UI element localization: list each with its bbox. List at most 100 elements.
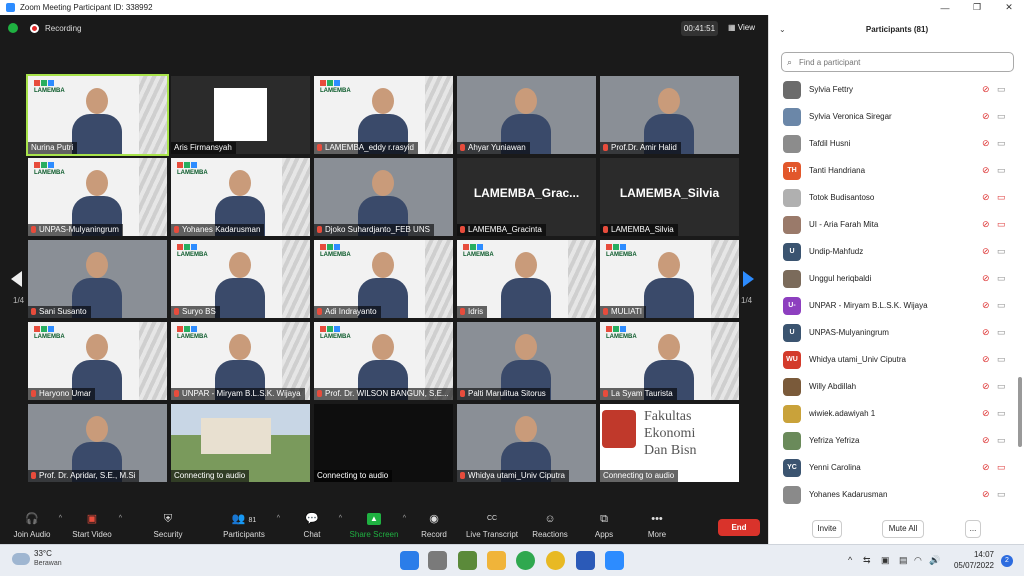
previous-page-arrow-icon[interactable] xyxy=(11,271,22,287)
video-icon[interactable]: ▭ xyxy=(997,327,1006,338)
chat-button[interactable]: 💬 Chat ^ xyxy=(282,509,342,543)
video-tile[interactable]: LAMEMBA Idris xyxy=(457,240,596,318)
video-tile[interactable]: Connecting to audio xyxy=(171,404,310,482)
clock-time[interactable]: 14:07 xyxy=(948,550,994,559)
participant-list-item[interactable]: WU Whidya utami_Univ Ciputra ⊘ ▭ xyxy=(769,347,1024,374)
security-button[interactable]: ⛨ Security xyxy=(138,509,198,543)
video-tile[interactable]: LAMEMBA_Grac... LAMEMBA_Gracinta xyxy=(457,158,596,236)
video-tile[interactable]: Aris Firmansyah xyxy=(171,76,310,154)
video-tile[interactable]: Fakultas Ekonomi Dan Bisn Connecting to aud… xyxy=(600,404,739,482)
mic-muted-icon[interactable]: ⊘ xyxy=(982,84,990,95)
video-tile[interactable]: LAMEMBA Haryono Umar xyxy=(28,322,167,400)
chrome-icon[interactable] xyxy=(516,551,535,570)
mic-muted-icon[interactable]: ⊘ xyxy=(982,165,990,176)
mic-muted-icon[interactable]: ⊘ xyxy=(982,489,990,500)
mic-muted-icon[interactable]: ⊘ xyxy=(982,219,990,230)
participant-list-item[interactable]: Unggul heriqbaldi ⊘ ▭ xyxy=(769,266,1024,293)
video-off-icon[interactable]: ▭ xyxy=(997,192,1006,203)
mic-muted-icon[interactable]: ⊘ xyxy=(982,273,990,284)
close-icon[interactable]: ✕ xyxy=(994,0,1024,15)
mute-all-button[interactable]: Mute All xyxy=(882,520,924,538)
video-tile[interactable]: LAMEMBA_Silvia LAMEMBA_Silvia xyxy=(600,158,739,236)
live-transcript-button[interactable]: CC Live Transcript xyxy=(462,509,522,543)
mic-muted-icon[interactable]: ⊘ xyxy=(982,435,990,446)
task-view-icon[interactable] xyxy=(428,551,447,570)
video-tile[interactable]: Ahyar Yuniawan xyxy=(457,76,596,154)
video-tile[interactable]: Connecting to audio xyxy=(314,404,453,482)
chevron-up-icon[interactable]: ^ xyxy=(277,515,280,522)
video-tile[interactable]: LAMEMBA LAMEMBA_eddy r.rasyid xyxy=(314,76,453,154)
tray-app-icon[interactable]: ▣ xyxy=(881,555,890,566)
join-audio-button[interactable]: 🎧 Join Audio ^ xyxy=(2,509,62,543)
invite-button[interactable]: Invite xyxy=(812,520,842,538)
video-icon[interactable]: ▭ xyxy=(997,354,1006,365)
video-tile[interactable]: Prof. Dr. Apridar, S.E., M.Si xyxy=(28,404,167,482)
share-screen-button[interactable]: ▲ Share Screen ^ xyxy=(342,509,406,543)
video-tile[interactable]: LAMEMBA La Syam Taurista xyxy=(600,322,739,400)
tray-app-icon[interactable]: ⇆ xyxy=(863,555,871,566)
video-icon[interactable]: ▭ xyxy=(997,111,1006,122)
video-tile[interactable]: LAMEMBA Adi Indrayanto xyxy=(314,240,453,318)
participant-list-item[interactable]: Yohanes Kadarusman ⊘ ▭ xyxy=(769,482,1024,509)
reactions-button[interactable]: ☺ Reactions xyxy=(520,509,580,543)
clock-date[interactable]: 05/07/2022 xyxy=(948,561,994,570)
panel-more-button[interactable]: ... xyxy=(965,520,981,538)
participant-list-item[interactable]: Sylvia Fettry ⊘ ▭ xyxy=(769,77,1024,104)
video-off-icon[interactable]: ▭ xyxy=(997,462,1006,473)
mic-muted-icon[interactable]: ⊘ xyxy=(982,300,990,311)
zoom-icon[interactable] xyxy=(605,551,624,570)
weather-temperature[interactable]: 33°C xyxy=(34,549,52,558)
video-icon[interactable]: ▭ xyxy=(997,435,1006,446)
mic-muted-icon[interactable]: ⊘ xyxy=(982,192,990,203)
video-icon[interactable]: ▭ xyxy=(997,300,1006,311)
word-icon[interactable] xyxy=(576,551,595,570)
apps-button[interactable]: ⧉ Apps xyxy=(574,509,634,543)
video-off-icon[interactable]: ▭ xyxy=(997,219,1006,230)
video-tile[interactable]: LAMEMBA UNPAR - Miryam B.L.S.K. Wijaya xyxy=(171,322,310,400)
mic-muted-icon[interactable]: ⊘ xyxy=(982,111,990,122)
participant-search-input[interactable] xyxy=(799,55,1009,69)
mic-muted-icon[interactable]: ⊘ xyxy=(982,408,990,419)
participants-button[interactable]: 👥 81 Participants ^ xyxy=(208,509,280,543)
video-icon[interactable]: ▭ xyxy=(997,408,1006,419)
volume-icon[interactable]: 🔊 xyxy=(929,555,940,566)
tray-app-icon[interactable]: ▤ xyxy=(899,555,908,566)
next-page-arrow-icon[interactable] xyxy=(743,271,754,287)
participant-list-scrollbar[interactable] xyxy=(1018,377,1022,447)
minimize-icon[interactable]: — xyxy=(930,0,960,15)
video-tile[interactable]: LAMEMBA Prof. Dr. WILSON BANGUN, S.E... xyxy=(314,322,453,400)
mic-muted-icon[interactable]: ⊘ xyxy=(982,381,990,392)
video-icon[interactable]: ▭ xyxy=(997,138,1006,149)
file-explorer-icon[interactable] xyxy=(487,551,506,570)
chrome-profile-icon[interactable] xyxy=(546,551,565,570)
start-video-button[interactable]: ▣ Start Video ^ xyxy=(62,509,122,543)
video-tile[interactable]: Sani Susanto xyxy=(28,240,167,318)
cloud-icon[interactable] xyxy=(12,553,30,565)
video-tile[interactable]: LAMEMBA UNPAS-Mulyaningrum xyxy=(28,158,167,236)
video-tile[interactable]: Djoko Suhardjanto_FEB UNS xyxy=(314,158,453,236)
video-tile[interactable]: Prof.Dr. Amir Halid xyxy=(600,76,739,154)
participant-list-item[interactable]: U- UNPAR - Miryam B.L.S.K. Wijaya ⊘ ▭ xyxy=(769,293,1024,320)
wifi-icon[interactable]: ◠ xyxy=(914,555,922,566)
video-icon[interactable]: ▭ xyxy=(997,273,1006,284)
participant-list-item[interactable]: Tafdil Husni ⊘ ▭ xyxy=(769,131,1024,158)
video-icon[interactable]: ▭ xyxy=(997,381,1006,392)
video-tile[interactable]: LAMEMBA MULIATI xyxy=(600,240,739,318)
video-icon[interactable]: ▭ xyxy=(997,489,1006,500)
weather-description[interactable]: Berawan xyxy=(34,560,62,567)
video-icon[interactable]: ▭ xyxy=(997,84,1006,95)
mic-muted-icon[interactable]: ⊘ xyxy=(982,354,990,365)
video-tile[interactable]: Whidya utami_Univ Ciputra xyxy=(457,404,596,482)
view-button[interactable]: ▦ View xyxy=(728,23,755,32)
tray-chevron-up-icon[interactable]: ^ xyxy=(848,555,852,565)
mic-muted-icon[interactable]: ⊘ xyxy=(982,462,990,473)
app-icon[interactable] xyxy=(458,551,477,570)
mic-muted-icon[interactable]: ⊘ xyxy=(982,138,990,149)
participant-list-item[interactable]: Yefriza Yefriza ⊘ ▭ xyxy=(769,428,1024,455)
participant-list-item[interactable]: U Undip-Mahfudz ⊘ ▭ xyxy=(769,239,1024,266)
participant-list-item[interactable]: Sylvia Veronica Siregar ⊘ ▭ xyxy=(769,104,1024,131)
video-tile[interactable]: LAMEMBA Suryo BS xyxy=(171,240,310,318)
participant-list-item[interactable]: wiwiek.adawiyah 1 ⊘ ▭ xyxy=(769,401,1024,428)
video-icon[interactable]: ▭ xyxy=(997,246,1006,257)
record-button[interactable]: ◉ Record xyxy=(404,509,464,543)
